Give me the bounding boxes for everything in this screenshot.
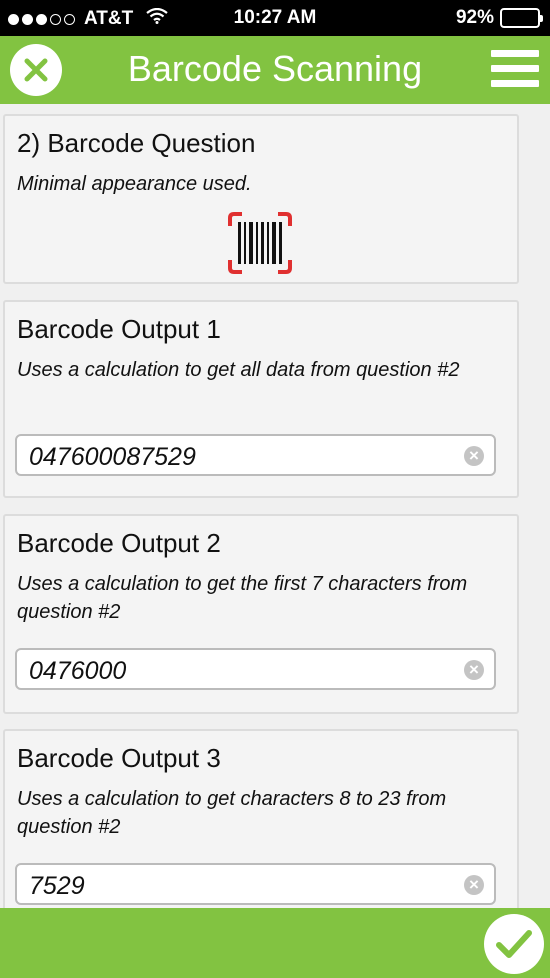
barcode-question-card: 2) Barcode Question Minimal appearance u…: [3, 114, 519, 284]
field-value: 7529: [29, 872, 85, 900]
checkmark-icon: [496, 930, 532, 958]
barcode-output-field-2[interactable]: 0476000 ×: [15, 648, 496, 690]
status-bar: AT&T 10:27 AM 92%: [0, 0, 550, 36]
barcode-output-field-3[interactable]: 7529 ×: [15, 863, 496, 905]
output-title: Barcode Output 2: [17, 528, 221, 558]
field-value: 0476000: [29, 657, 127, 685]
output-title: Barcode Output 3: [17, 743, 221, 773]
battery-percent: 92%: [455, 7, 494, 28]
barcode-scan-icon: [228, 212, 292, 274]
menu-icon-bar: [491, 80, 539, 87]
page-title: Barcode Scanning: [127, 48, 423, 89]
output-hint: Uses a calculation to get all data from …: [17, 359, 460, 381]
question-title: 2) Barcode Question: [17, 128, 256, 158]
field-value: 047600087529: [29, 443, 196, 471]
footer-bar: [0, 908, 550, 978]
clear-icon[interactable]: ×: [464, 875, 484, 895]
output-hint: Uses a calculation to get the first 7 ch…: [17, 573, 468, 623]
output-title: Barcode Output 1: [17, 314, 221, 344]
menu-icon-bar: [491, 65, 539, 72]
barcode-output-field-1[interactable]: 047600087529 ×: [15, 434, 496, 476]
barcode-output-card-3: Barcode Output 3 Uses a calculation to g…: [3, 729, 519, 908]
form-content[interactable]: 2) Barcode Question Minimal appearance u…: [0, 104, 550, 908]
app-header: Barcode Scanning: [0, 36, 550, 104]
menu-icon-bar: [491, 50, 539, 57]
clear-icon[interactable]: ×: [464, 446, 484, 466]
submit-button[interactable]: [484, 914, 544, 974]
barcode-scan-button[interactable]: [228, 212, 292, 274]
battery-icon: [500, 8, 543, 28]
menu-button[interactable]: [491, 50, 539, 90]
barcode-output-card-2: Barcode Output 2 Uses a calculation to g…: [3, 514, 519, 714]
barcode-output-card-1: Barcode Output 1 Uses a calculation to g…: [3, 300, 519, 498]
question-hint: Minimal appearance used.: [17, 173, 252, 195]
clear-icon[interactable]: ×: [464, 660, 484, 680]
output-hint: Uses a calculation to get characters 8 t…: [17, 788, 447, 838]
